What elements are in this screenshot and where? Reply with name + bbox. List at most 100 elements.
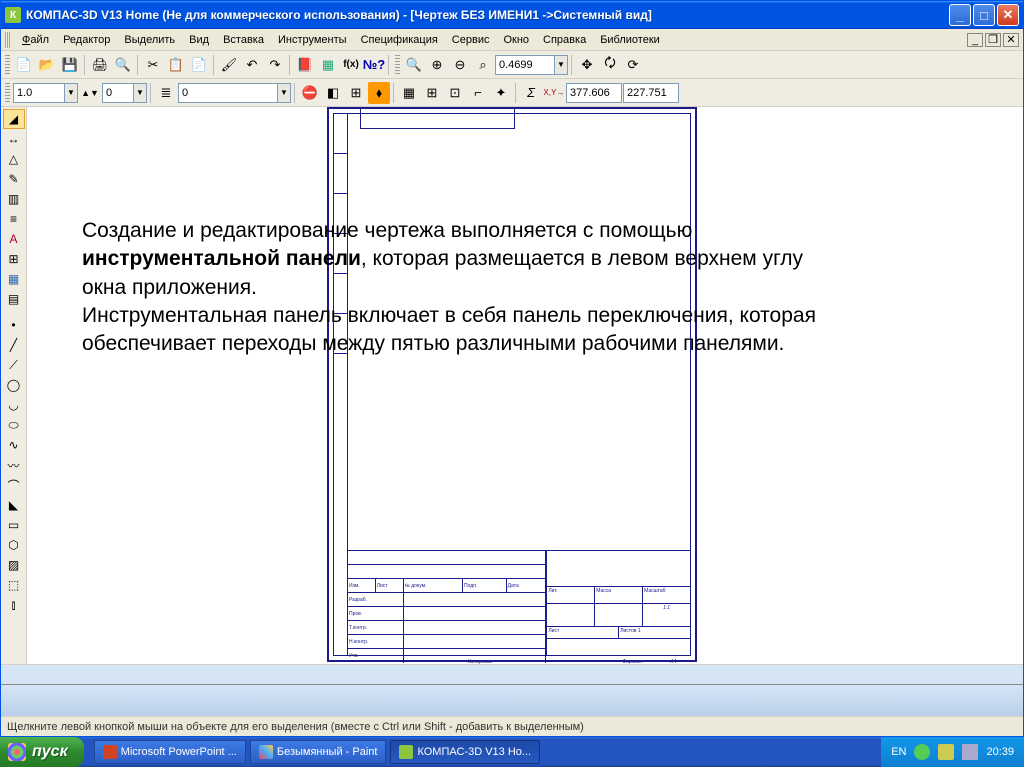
undo-icon[interactable]: ↶ (241, 54, 263, 76)
fillet-icon[interactable]: ⌒ (3, 475, 25, 495)
help-icon[interactable]: №? (363, 54, 385, 76)
spec-icon[interactable]: ⊞ (3, 249, 25, 269)
taskbar-item-paint[interactable]: Безымянный - Paint (250, 740, 387, 764)
taskbar-item-kompas[interactable]: КОМПАС-3D V13 Ho... (390, 740, 540, 764)
print-icon[interactable]: 🖨 (89, 54, 111, 76)
contour-icon[interactable]: ⬚ (3, 575, 25, 595)
save-icon[interactable]: 💾 (59, 54, 81, 76)
sigma-icon[interactable]: Σ (520, 82, 542, 104)
coords-icon[interactable]: ⬧ (368, 82, 390, 104)
zoom-window-icon[interactable]: ⌕ (472, 54, 494, 76)
line-icon[interactable]: ╱ (3, 335, 25, 355)
measure-panel-icon[interactable]: ≡ (3, 209, 25, 229)
fx-icon[interactable]: f(x) (340, 54, 362, 76)
mdi-close[interactable]: ✕ (1003, 33, 1019, 47)
grid-icon[interactable]: ▦ (398, 82, 420, 104)
menu-spec[interactable]: Спецификация (354, 32, 445, 48)
toolbar-handle-2[interactable] (395, 55, 400, 75)
menubar-handle[interactable] (5, 32, 11, 48)
layers-icon[interactable]: ≣ (155, 82, 177, 104)
refresh-icon[interactable]: ⟳ (622, 54, 644, 76)
redo-icon[interactable]: ↷ (264, 54, 286, 76)
grid2-icon[interactable]: ⊞ (421, 82, 443, 104)
menu-view[interactable]: Вид (182, 32, 216, 48)
edit-panel-icon[interactable]: ✎ (3, 169, 25, 189)
paste-icon[interactable]: 📄 (188, 54, 210, 76)
xy-icon[interactable]: X,Y→ (543, 82, 565, 104)
dropdown-icon[interactable]: ▼ (134, 83, 147, 103)
close-button[interactable]: ✕ (997, 4, 1019, 26)
linestyle-input[interactable] (13, 83, 65, 103)
vars-icon[interactable]: ▦ (317, 54, 339, 76)
table-icon[interactable]: ▤ (3, 289, 25, 309)
toolbar-handle-3[interactable] (5, 83, 10, 103)
zoom-dropdown-icon[interactable]: ▼ (555, 55, 568, 75)
dropdown-icon[interactable]: ▼ (65, 83, 78, 103)
menu-help[interactable]: Справка (536, 32, 593, 48)
coord-y-input[interactable] (623, 83, 679, 103)
equidist-icon[interactable]: ⫾ (3, 595, 25, 615)
param-panel-icon[interactable]: ▥ (3, 189, 25, 209)
polygon-icon[interactable]: ⬡ (3, 535, 25, 555)
ellipse-icon[interactable]: ⬭ (3, 415, 25, 435)
mdi-restore[interactable]: ❐ (985, 33, 1001, 47)
layer2-input[interactable] (178, 83, 278, 103)
menu-insert[interactable]: Вставка (216, 32, 271, 48)
stop-icon[interactable]: ⛔ (299, 82, 321, 104)
zoom-out-icon[interactable]: ⊖ (449, 54, 471, 76)
menu-libs[interactable]: Библиотеки (593, 32, 667, 48)
lcs-icon[interactable]: ⌐ (467, 82, 489, 104)
layer2-combo[interactable]: ▼ (178, 83, 291, 103)
zoom-combo[interactable]: ▼ (495, 55, 568, 75)
linestyle-combo[interactable]: ▼ (13, 83, 78, 103)
menu-tools[interactable]: Инструменты (271, 32, 354, 48)
clock[interactable]: 20:39 (986, 746, 1014, 758)
ortho-icon[interactable]: ◧ (322, 82, 344, 104)
menu-file[interactable]: Файл (15, 32, 56, 48)
layer-input[interactable] (102, 83, 134, 103)
point-icon[interactable]: • (3, 315, 25, 335)
property-tabs[interactable] (1, 665, 1023, 685)
circle-icon[interactable]: ◯ (3, 375, 25, 395)
text-icon[interactable]: A (3, 229, 25, 249)
tray-icon-2[interactable] (938, 744, 954, 760)
snap-icon[interactable]: ⊞ (345, 82, 367, 104)
toolbar-handle[interactable] (5, 55, 10, 75)
menu-service[interactable]: Сервис (445, 32, 497, 48)
notation-panel-icon[interactable]: △ (3, 149, 25, 169)
aux-line-icon[interactable]: ⟋ (3, 355, 25, 375)
layer-combo[interactable]: ▼ (102, 83, 147, 103)
menu-window[interactable]: Окно (496, 32, 536, 48)
menu-edit[interactable]: Редактор (56, 32, 117, 48)
zoom-in-icon[interactable]: ⊕ (426, 54, 448, 76)
brush-icon[interactable]: 🖌 (218, 54, 240, 76)
zoom-fit-icon[interactable]: 🔍 (403, 54, 425, 76)
minimize-button[interactable]: _ (949, 4, 971, 26)
lang-indicator[interactable]: EN (891, 746, 906, 758)
coord-x-input[interactable] (566, 83, 622, 103)
menu-select[interactable]: Выделить (117, 32, 182, 48)
origin-icon[interactable]: ✦ (490, 82, 512, 104)
chamfer-icon[interactable]: ◣ (3, 495, 25, 515)
rect-icon[interactable]: ▭ (3, 515, 25, 535)
cut-icon[interactable]: ✂ (142, 54, 164, 76)
copy-icon[interactable]: 📋 (165, 54, 187, 76)
canvas[interactable]: Изм. Лист № докум. Подп. Дата Разраб. Пр… (27, 107, 1023, 664)
manager-icon[interactable]: 📕 (294, 54, 316, 76)
spline-icon[interactable]: ∿ (3, 435, 25, 455)
zoom-input[interactable] (495, 55, 555, 75)
spin-up-icon[interactable]: ▲▼ (79, 82, 101, 104)
bezier-icon[interactable]: 〰 (3, 455, 25, 475)
pan-icon[interactable]: ✥ (576, 54, 598, 76)
maximize-button[interactable]: □ (973, 4, 995, 26)
rotate-icon[interactable]: 🗘 (599, 54, 621, 76)
geometry-panel-icon[interactable]: ◢ (3, 109, 25, 129)
taskbar-item-powerpoint[interactable]: Microsoft PowerPoint ... (94, 740, 246, 764)
dropdown-icon[interactable]: ▼ (278, 83, 291, 103)
start-button[interactable]: пуск (0, 737, 84, 767)
mdi-minimize[interactable]: _ (967, 33, 983, 47)
report-icon[interactable]: ▦ (3, 269, 25, 289)
new-icon[interactable]: 📄 (13, 54, 35, 76)
open-icon[interactable]: 📂 (36, 54, 58, 76)
arc-icon[interactable]: ◡ (3, 395, 25, 415)
